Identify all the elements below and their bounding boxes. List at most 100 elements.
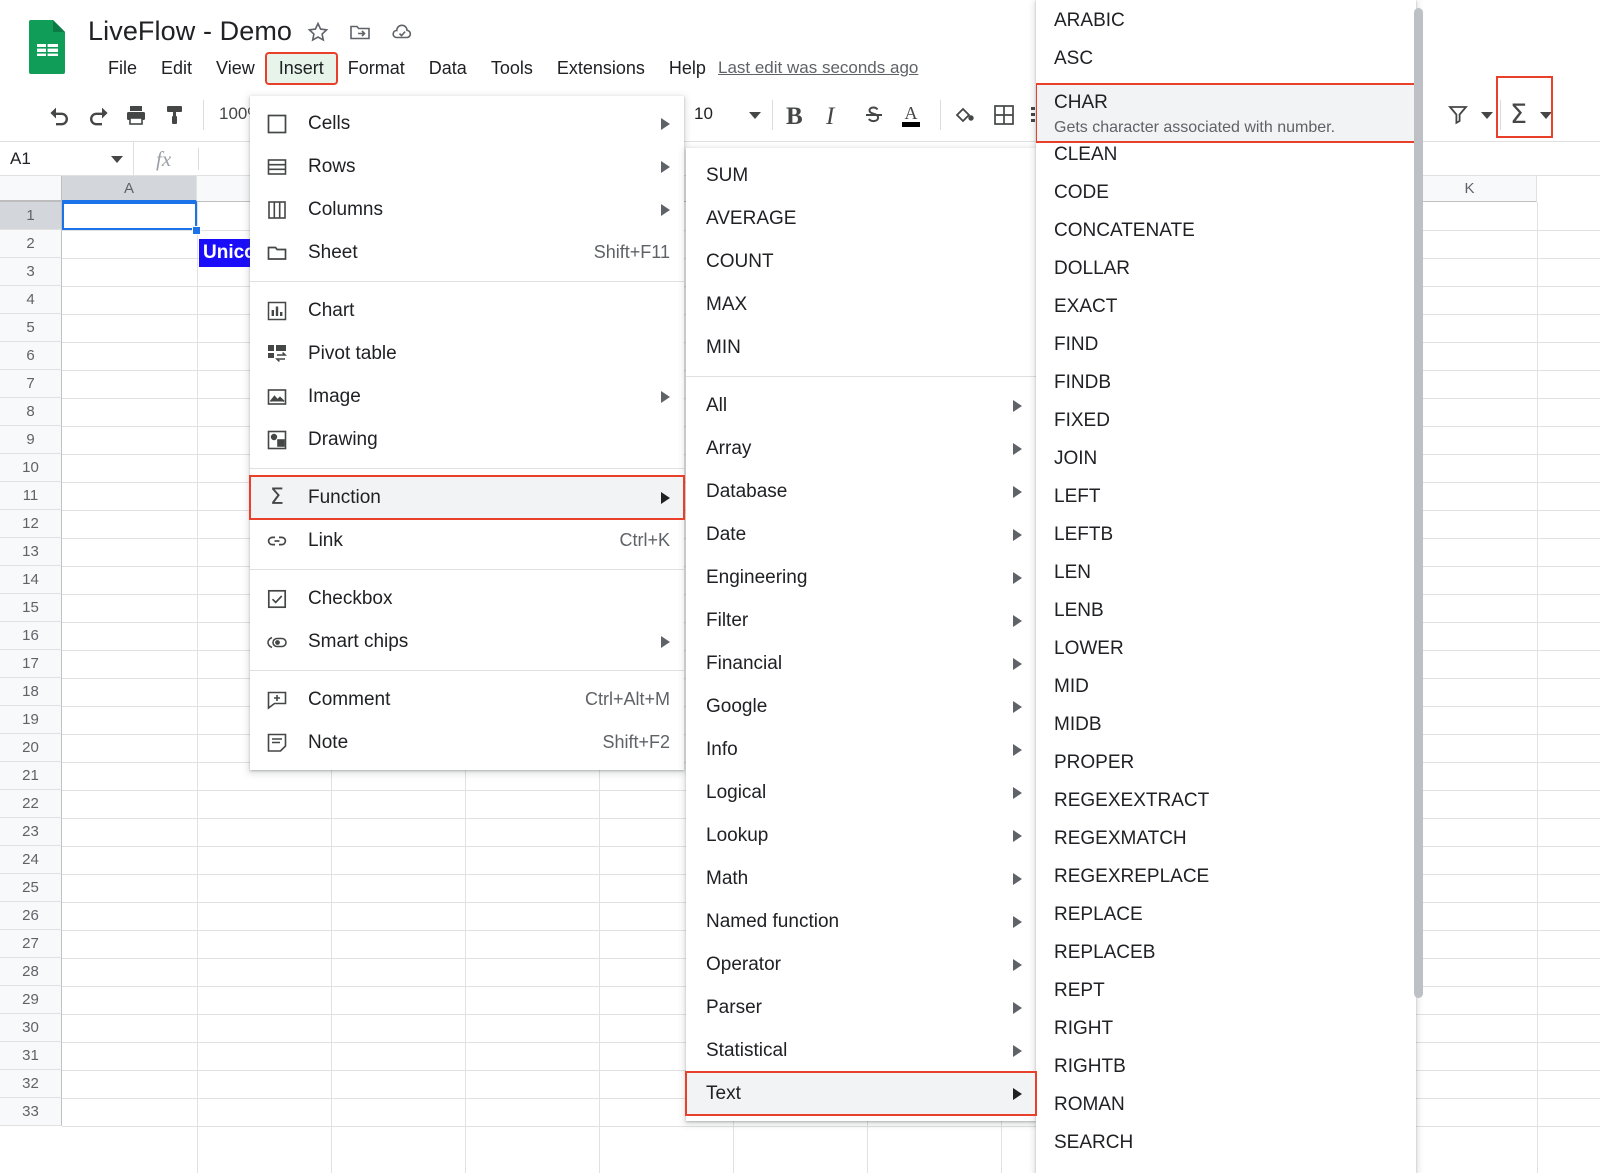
row-header-33[interactable]: 33 xyxy=(0,1098,62,1126)
move-to-folder-icon[interactable] xyxy=(348,20,372,44)
function-category-parser[interactable]: Parser xyxy=(686,986,1036,1029)
text-function-item-regexextract[interactable]: REGEXEXTRACT xyxy=(1036,788,1416,826)
text-function-item-roman[interactable]: ROMAN xyxy=(1036,1092,1416,1130)
row-header-10[interactable]: 10 xyxy=(0,454,62,482)
insert-menu-item-pivot-table[interactable]: Pivot table xyxy=(250,332,684,375)
functions-chevron-down-icon[interactable] xyxy=(1540,112,1552,119)
function-category-all[interactable]: All xyxy=(686,384,1036,427)
text-color-icon[interactable]: A xyxy=(898,101,924,134)
insert-menu-item-image[interactable]: Image xyxy=(250,375,684,418)
fill-handle[interactable] xyxy=(192,226,201,235)
text-functions-scrollbar[interactable] xyxy=(1414,8,1423,998)
font-size-value[interactable]: 10 xyxy=(694,104,713,124)
text-function-item-rept[interactable]: REPT xyxy=(1036,978,1416,1016)
text-function-item-fixed[interactable]: FIXED xyxy=(1036,408,1416,446)
select-all-corner[interactable] xyxy=(0,176,62,202)
text-function-item-lenb[interactable]: LENB xyxy=(1036,598,1416,636)
star-icon[interactable] xyxy=(306,20,330,44)
row-header-18[interactable]: 18 xyxy=(0,678,62,706)
function-category-google[interactable]: Google xyxy=(686,685,1036,728)
text-function-item-rightb[interactable]: RIGHTB xyxy=(1036,1054,1416,1092)
text-function-item-concatenate[interactable]: CONCATENATE xyxy=(1036,218,1416,256)
text-function-item-search[interactable]: SEARCH xyxy=(1036,1130,1416,1168)
function-category-text[interactable]: Text xyxy=(685,1071,1037,1116)
filter-chevron-down-icon[interactable] xyxy=(1481,112,1493,119)
insert-menu-item-cells[interactable]: Cells xyxy=(250,102,684,145)
function-category-math[interactable]: Math xyxy=(686,857,1036,900)
row-header-6[interactable]: 6 xyxy=(0,342,62,370)
function-menu-item-min[interactable]: MIN xyxy=(686,326,1036,369)
insert-menu-item-rows[interactable]: Rows xyxy=(250,145,684,188)
insert-menu-item-drawing[interactable]: Drawing xyxy=(250,418,684,461)
text-functions-submenu[interactable]: ARABIC ASC CHAR Gets character associated w… xyxy=(1036,0,1416,1173)
row-header-7[interactable]: 7 xyxy=(0,370,62,398)
menu-format[interactable]: Format xyxy=(336,54,417,83)
filter-icon[interactable] xyxy=(1446,102,1470,131)
insert-dropdown-menu[interactable]: Cells Rows Columns Sheet Shift+F11 Chart Pivot… xyxy=(249,96,685,770)
text-function-item-regexreplace[interactable]: REGEXREPLACE xyxy=(1036,864,1416,902)
function-category-operator[interactable]: Operator xyxy=(686,943,1036,986)
row-header-24[interactable]: 24 xyxy=(0,846,62,874)
text-function-item-code[interactable]: CODE xyxy=(1036,180,1416,218)
function-category-lookup[interactable]: Lookup xyxy=(686,814,1036,857)
function-submenu[interactable]: SUM AVERAGE COUNT MAX MIN All Array Database Dat… xyxy=(685,148,1037,1121)
insert-menu-item-note[interactable]: Note Shift+F2 xyxy=(250,721,684,764)
text-function-item-arabic[interactable]: ARABIC xyxy=(1036,8,1416,46)
row-header-19[interactable]: 19 xyxy=(0,706,62,734)
insert-menu-item-comment[interactable]: Comment Ctrl+Alt+M xyxy=(250,678,684,721)
row-header-20[interactable]: 20 xyxy=(0,734,62,762)
row-header-9[interactable]: 9 xyxy=(0,426,62,454)
font-size-chevron-down-icon[interactable] xyxy=(749,112,761,119)
text-function-item-left[interactable]: LEFT xyxy=(1036,484,1416,522)
function-category-array[interactable]: Array xyxy=(686,427,1036,470)
redo-icon[interactable] xyxy=(86,104,110,133)
row-header-13[interactable]: 13 xyxy=(0,538,62,566)
row-header-4[interactable]: 4 xyxy=(0,286,62,314)
row-header-15[interactable]: 15 xyxy=(0,594,62,622)
undo-icon[interactable] xyxy=(48,104,72,133)
row-header-22[interactable]: 22 xyxy=(0,790,62,818)
row-header-31[interactable]: 31 xyxy=(0,1042,62,1070)
menu-view[interactable]: View xyxy=(204,54,267,83)
insert-menu-item-sheet[interactable]: Sheet Shift+F11 xyxy=(250,231,684,274)
function-menu-item-sum[interactable]: SUM xyxy=(686,154,1036,197)
text-function-item-proper[interactable]: PROPER xyxy=(1036,750,1416,788)
row-header-23[interactable]: 23 xyxy=(0,818,62,846)
cloud-saved-icon[interactable] xyxy=(390,20,414,44)
last-edit-status[interactable]: Last edit was seconds ago xyxy=(718,58,918,78)
row-header-1[interactable]: 1 xyxy=(0,202,62,230)
text-function-item-right[interactable]: RIGHT xyxy=(1036,1016,1416,1054)
text-function-item-regexmatch[interactable]: REGEXMATCH xyxy=(1036,826,1416,864)
menu-file[interactable]: File xyxy=(96,54,149,83)
row-header-12[interactable]: 12 xyxy=(0,510,62,538)
text-function-item-findb[interactable]: FINDB xyxy=(1036,370,1416,408)
insert-menu-item-checkbox[interactable]: Checkbox xyxy=(250,577,684,620)
row-header-5[interactable]: 5 xyxy=(0,314,62,342)
italic-icon[interactable]: I xyxy=(826,103,834,131)
document-title[interactable]: LiveFlow - Demo xyxy=(88,16,292,47)
menu-edit[interactable]: Edit xyxy=(149,54,204,83)
row-header-8[interactable]: 8 xyxy=(0,398,62,426)
text-function-item-leftb[interactable]: LEFTB xyxy=(1036,522,1416,560)
text-function-item-exact[interactable]: EXACT xyxy=(1036,294,1416,332)
row-header-32[interactable]: 32 xyxy=(0,1070,62,1098)
text-function-item-mid[interactable]: MID xyxy=(1036,674,1416,712)
row-header-3[interactable]: 3 xyxy=(0,258,62,286)
menu-data[interactable]: Data xyxy=(417,54,479,83)
function-category-statistical[interactable]: Statistical xyxy=(686,1029,1036,1072)
row-header-11[interactable]: 11 xyxy=(0,482,62,510)
row-header-28[interactable]: 28 xyxy=(0,958,62,986)
function-category-engineering[interactable]: Engineering xyxy=(686,556,1036,599)
text-function-item-replace[interactable]: REPLACE xyxy=(1036,902,1416,940)
functions-sigma-icon[interactable]: Σ xyxy=(1510,99,1527,130)
paint-format-icon[interactable] xyxy=(163,103,187,132)
row-header-30[interactable]: 30 xyxy=(0,1014,62,1042)
row-header-29[interactable]: 29 xyxy=(0,986,62,1014)
text-function-item-lower[interactable]: LOWER xyxy=(1036,636,1416,674)
strikethrough-icon[interactable] xyxy=(862,103,886,134)
name-box-chevron-down-icon[interactable] xyxy=(111,155,123,163)
menu-help[interactable]: Help xyxy=(657,54,718,83)
row-header-16[interactable]: 16 xyxy=(0,622,62,650)
row-header-2[interactable]: 2 xyxy=(0,230,62,258)
insert-menu-item-smart-chips[interactable]: Smart chips xyxy=(250,620,684,663)
